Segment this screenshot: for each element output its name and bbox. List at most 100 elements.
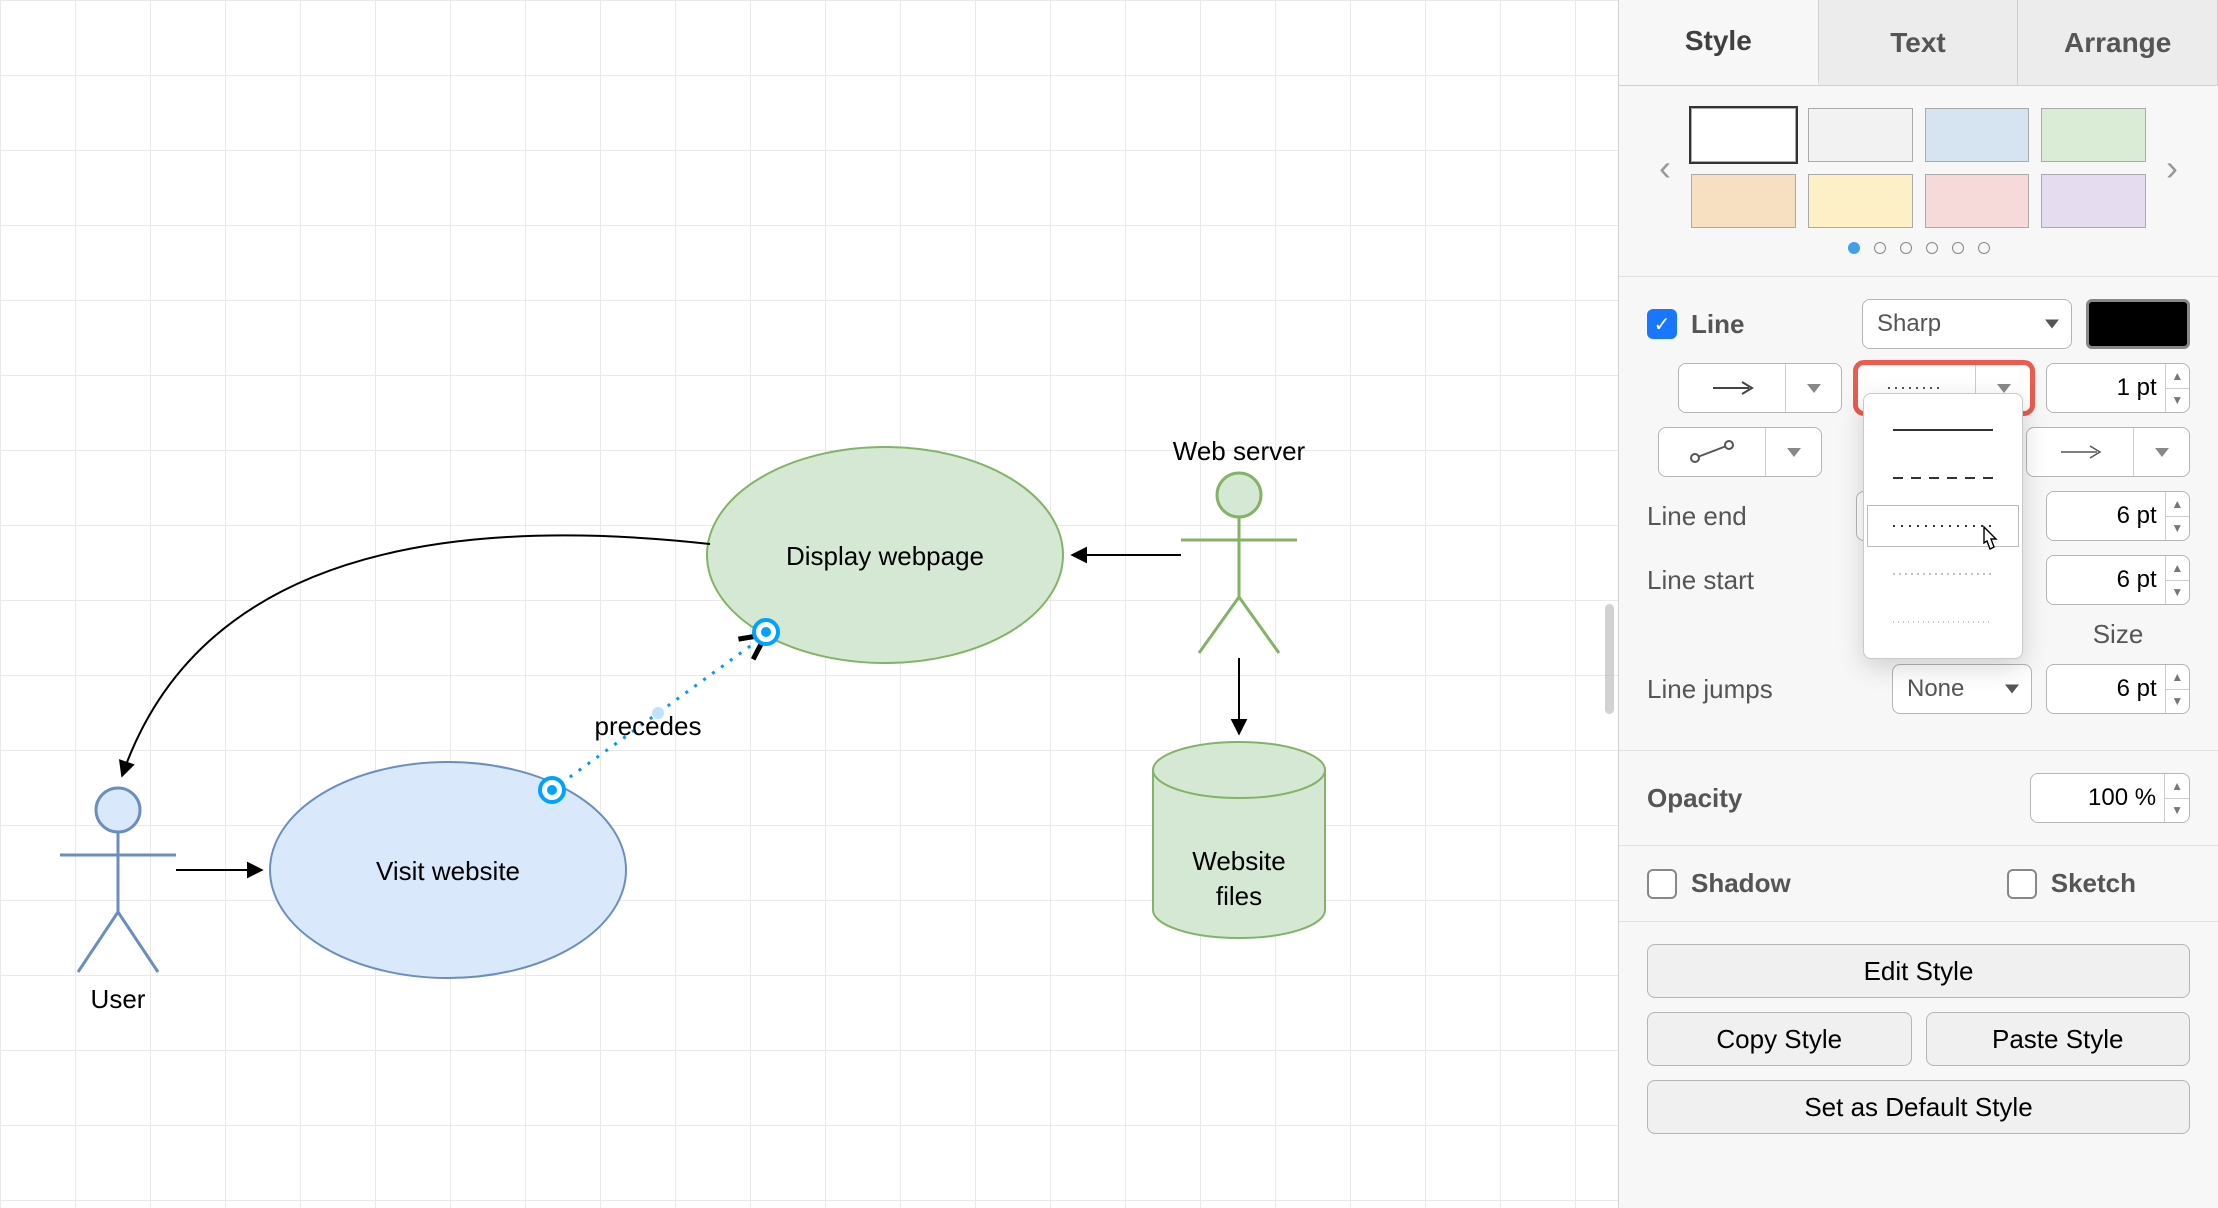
- dash-option-dotted[interactable]: [1864, 502, 2022, 550]
- palette-page-dot-3[interactable]: [1926, 242, 1938, 254]
- palette-swatch-2[interactable]: [1925, 108, 2030, 162]
- dash-option-fine-dashed[interactable]: [1864, 550, 2022, 598]
- line-section: ✓ Line Sharp ▲▼: [1619, 277, 2218, 751]
- arrow-end-style-dropdown[interactable]: [2026, 427, 2190, 477]
- palette-page-dot-4[interactable]: [1952, 242, 1964, 254]
- line-start-size-input[interactable]: ▲▼: [2046, 555, 2190, 605]
- paste-style-button[interactable]: Paste Style: [1926, 1012, 2191, 1066]
- format-panel: Style Text Arrange ‹ › ✓ Line Sharp: [1618, 0, 2218, 1208]
- line-jumps-select[interactable]: None: [1892, 664, 2032, 714]
- dash-option-fine-dotted[interactable]: [1864, 598, 2022, 646]
- style-buttons-section: Edit Style Copy Style Paste Style Set as…: [1619, 922, 2218, 1156]
- node-visit-website-label: Visit website: [376, 856, 520, 886]
- canvas-svg[interactable]: Display webpage Visit website Website fi…: [0, 0, 1618, 1208]
- dash-option-dashed[interactable]: [1864, 454, 2022, 502]
- palette-swatch-3[interactable]: [2041, 108, 2146, 162]
- edge-precedes-label[interactable]: precedes: [595, 711, 702, 741]
- palette-swatch-0[interactable]: [1691, 108, 1796, 162]
- node-website-files-label-1: Website: [1192, 846, 1285, 876]
- palette-swatch-6[interactable]: [1925, 174, 2030, 228]
- line-end-size-value[interactable]: [2047, 492, 2165, 540]
- chevron-left-icon: ‹: [1659, 147, 1671, 189]
- node-website-files[interactable]: Website files: [1153, 742, 1325, 938]
- chevron-right-icon: ›: [2166, 147, 2178, 189]
- effects-section: Shadow Sketch: [1619, 846, 2218, 922]
- node-webserver-label: Web server: [1173, 436, 1306, 466]
- fill-palette-section: ‹ ›: [1619, 86, 2218, 277]
- palette-swatch-1[interactable]: [1808, 108, 1913, 162]
- line-width-input[interactable]: ▲▼: [2046, 363, 2190, 413]
- line-end-size-input[interactable]: ▲▼: [2046, 491, 2190, 541]
- chevron-down-icon: [1785, 364, 1841, 412]
- line-checkbox[interactable]: ✓: [1647, 309, 1677, 339]
- line-end-label: Line end: [1647, 501, 1807, 532]
- edit-style-label: Edit Style: [1864, 956, 1974, 986]
- opacity-label: Opacity: [1647, 783, 1742, 814]
- canvas-vertical-scrollbar[interactable]: [1605, 604, 1614, 714]
- line-width-step-up[interactable]: ▲: [2166, 364, 2189, 389]
- palette-swatch-4[interactable]: [1691, 174, 1796, 228]
- line-start-label: Line start: [1647, 565, 1807, 596]
- node-visit-website[interactable]: Visit website: [270, 762, 626, 978]
- tab-arrange[interactable]: Arrange: [2018, 0, 2218, 85]
- paste-style-label: Paste Style: [1992, 1024, 2124, 1054]
- line-curve-value: Sharp: [1877, 310, 1941, 337]
- shadow-checkbox[interactable]: [1647, 869, 1677, 899]
- waypoint-style-dropdown[interactable]: [1658, 427, 1822, 477]
- line-color-chip[interactable]: [2086, 299, 2190, 349]
- node-user-label: User: [91, 984, 146, 1014]
- line-dash-popup[interactable]: [1863, 393, 2023, 659]
- opacity-value[interactable]: [2031, 774, 2164, 822]
- arrow-right-icon: [1709, 379, 1755, 397]
- palette-next[interactable]: ›: [2154, 150, 2190, 186]
- line-jumps-label: Line jumps: [1647, 674, 1773, 705]
- copy-style-label: Copy Style: [1716, 1024, 1842, 1054]
- panel-tabs: Style Text Arrange: [1619, 0, 2218, 86]
- tab-text-label: Text: [1890, 27, 1946, 59]
- edit-style-button[interactable]: Edit Style: [1647, 944, 2190, 998]
- node-webserver-actor[interactable]: [1181, 473, 1297, 653]
- line-start-size-value[interactable]: [2047, 556, 2165, 604]
- tab-style[interactable]: Style: [1619, 0, 1819, 85]
- step-down[interactable]: ▼: [2165, 799, 2189, 823]
- step-down[interactable]: ▼: [2166, 690, 2189, 714]
- step-up[interactable]: ▲: [2166, 665, 2189, 690]
- shadow-label: Shadow: [1691, 868, 1791, 899]
- step-up[interactable]: ▲: [2165, 774, 2189, 799]
- arrow-thin-icon: [2057, 443, 2103, 461]
- opacity-section: Opacity ▲▼: [1619, 751, 2218, 846]
- step-up[interactable]: ▲: [2166, 556, 2189, 581]
- diagram-canvas[interactable]: Display webpage Visit website Website fi…: [0, 0, 1618, 1208]
- copy-style-button[interactable]: Copy Style: [1647, 1012, 1912, 1066]
- palette-swatch-7[interactable]: [2041, 174, 2146, 228]
- palette-prev[interactable]: ‹: [1647, 150, 1683, 186]
- step-down[interactable]: ▼: [2166, 517, 2189, 541]
- tab-arrange-label: Arrange: [2064, 27, 2171, 59]
- line-width-value[interactable]: [2047, 364, 2165, 412]
- palette-swatch-5[interactable]: [1808, 174, 1913, 228]
- palette-page-dot-1[interactable]: [1874, 242, 1886, 254]
- palette-page-dot-5[interactable]: [1978, 242, 1990, 254]
- tab-text[interactable]: Text: [1819, 0, 2019, 85]
- dash-option-solid[interactable]: [1864, 406, 2022, 454]
- sketch-checkbox[interactable]: [2007, 869, 2037, 899]
- line-width-step-down[interactable]: ▼: [2166, 389, 2189, 413]
- palette-page-dot-0[interactable]: [1848, 242, 1860, 254]
- step-up[interactable]: ▲: [2166, 492, 2189, 517]
- line-jumps-size-input[interactable]: ▲▼: [2046, 664, 2190, 714]
- line-curve-select[interactable]: Sharp: [1862, 299, 2072, 349]
- check-icon: ✓: [1654, 312, 1671, 337]
- node-website-files-label-2: files: [1216, 881, 1262, 911]
- connection-type-dropdown[interactable]: [1678, 363, 1842, 413]
- opacity-input[interactable]: ▲▼: [2030, 773, 2190, 823]
- step-down[interactable]: ▼: [2166, 581, 2189, 605]
- node-display-webpage-label: Display webpage: [786, 541, 984, 571]
- node-user-actor[interactable]: [60, 788, 176, 972]
- chevron-down-icon: [2133, 428, 2189, 476]
- chevron-down-icon: [1765, 428, 1821, 476]
- line-waypoint-icon: [1689, 440, 1735, 464]
- set-default-style-button[interactable]: Set as Default Style: [1647, 1080, 2190, 1134]
- line-jumps-size-value[interactable]: [2047, 665, 2165, 713]
- tab-style-label: Style: [1685, 25, 1752, 57]
- palette-page-dot-2[interactable]: [1900, 242, 1912, 254]
